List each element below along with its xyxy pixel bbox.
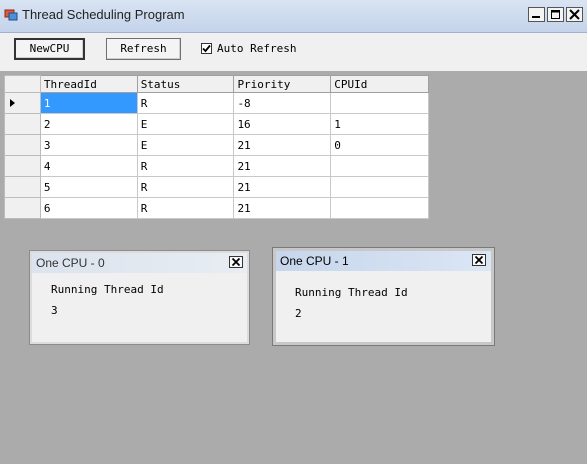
cpu-window-0-close-button[interactable] — [229, 256, 243, 268]
main-window: Thread Scheduling Program NewCPU Refresh… — [0, 0, 587, 464]
row-header[interactable] — [4, 134, 41, 156]
close-button[interactable] — [566, 7, 583, 22]
refresh-button[interactable]: Refresh — [106, 38, 181, 60]
table-cell[interactable]: E — [136, 134, 235, 156]
table-cell[interactable]: 21 — [233, 134, 332, 156]
grid-corner-cell[interactable] — [4, 75, 41, 93]
table-cell[interactable]: 0 — [330, 134, 429, 156]
running-thread-id-value: 2 — [295, 307, 302, 320]
table-cell[interactable]: 21 — [233, 176, 332, 198]
cpu-window-0-title: One CPU - 0 — [36, 256, 105, 270]
maximize-button[interactable] — [547, 7, 564, 22]
cpu-window-0-title-bar[interactable]: One CPU - 0 — [32, 253, 247, 273]
running-thread-id-value: 3 — [51, 304, 58, 317]
table-row[interactable]: 4 R 21 — [4, 155, 429, 177]
table-row[interactable]: 2 E 16 1 — [4, 113, 429, 135]
table-row[interactable]: 6 R 21 — [4, 197, 429, 219]
check-icon — [202, 44, 211, 53]
cpu-window-0[interactable]: One CPU - 0 Running Thread Id 3 — [30, 251, 249, 344]
running-thread-id-label: Running Thread Id — [295, 286, 408, 299]
table-cell[interactable]: 3 — [39, 134, 138, 156]
column-header-status[interactable]: Status — [136, 75, 235, 93]
table-cell[interactable] — [330, 92, 429, 114]
table-cell[interactable]: 2 — [39, 113, 138, 135]
running-thread-id-label: Running Thread Id — [51, 283, 164, 296]
table-cell[interactable]: 1 — [39, 92, 138, 114]
row-header[interactable] — [4, 92, 41, 114]
table-cell[interactable] — [330, 176, 429, 198]
window-title: Thread Scheduling Program — [22, 7, 185, 22]
row-header[interactable] — [4, 155, 41, 177]
row-header[interactable] — [4, 113, 41, 135]
close-icon — [569, 9, 580, 20]
cpu-window-1-title: One CPU - 1 — [280, 254, 349, 268]
grid-header-row: ThreadId Status Priority CPUId — [4, 75, 429, 93]
auto-refresh-checkbox[interactable] — [201, 43, 212, 54]
cpu-window-1-close-button[interactable] — [472, 254, 486, 266]
table-cell[interactable]: 6 — [39, 197, 138, 219]
table-cell[interactable] — [330, 197, 429, 219]
title-bar[interactable]: Thread Scheduling Program — [0, 0, 587, 33]
table-cell[interactable]: 4 — [39, 155, 138, 177]
auto-refresh-control[interactable]: Auto Refresh — [201, 42, 296, 55]
close-icon — [474, 255, 484, 265]
cpu-window-1-title-bar[interactable]: One CPU - 1 — [276, 251, 491, 271]
minimize-button[interactable] — [528, 7, 545, 22]
toolbar: NewCPU Refresh Auto Refresh — [0, 33, 587, 71]
cpu-window-1[interactable]: One CPU - 1 Running Thread Id 2 — [273, 248, 494, 345]
table-cell[interactable]: 1 — [330, 113, 429, 135]
column-header-threadid[interactable]: ThreadId — [39, 75, 138, 93]
table-row[interactable]: 1 R -8 — [4, 92, 429, 114]
table-cell[interactable]: 16 — [233, 113, 332, 135]
table-cell[interactable]: 21 — [233, 197, 332, 219]
table-cell[interactable]: 5 — [39, 176, 138, 198]
column-header-priority[interactable]: Priority — [233, 75, 332, 93]
table-cell[interactable]: R — [136, 197, 235, 219]
close-icon — [231, 257, 241, 267]
table-cell[interactable] — [330, 155, 429, 177]
table-cell[interactable]: R — [136, 176, 235, 198]
table-cell[interactable]: -8 — [233, 92, 332, 114]
table-cell[interactable]: R — [136, 92, 235, 114]
thread-grid[interactable]: ThreadId Status Priority CPUId 1 R -8 2 … — [4, 75, 429, 219]
column-header-cpuid[interactable]: CPUId — [330, 75, 429, 93]
table-row[interactable]: 3 E 21 0 — [4, 134, 429, 156]
current-row-arrow-icon — [10, 98, 15, 107]
minimize-icon — [532, 16, 540, 18]
maximize-icon — [551, 10, 560, 19]
auto-refresh-label: Auto Refresh — [217, 42, 297, 55]
table-cell[interactable]: R — [136, 155, 235, 177]
row-header[interactable] — [4, 176, 41, 198]
app-window-icon — [4, 9, 18, 21]
table-row[interactable]: 5 R 21 — [4, 176, 429, 198]
new-cpu-button[interactable]: NewCPU — [14, 38, 85, 60]
table-cell[interactable]: E — [136, 113, 235, 135]
row-header[interactable] — [4, 197, 41, 219]
table-cell[interactable]: 21 — [233, 155, 332, 177]
window-controls — [528, 7, 583, 22]
